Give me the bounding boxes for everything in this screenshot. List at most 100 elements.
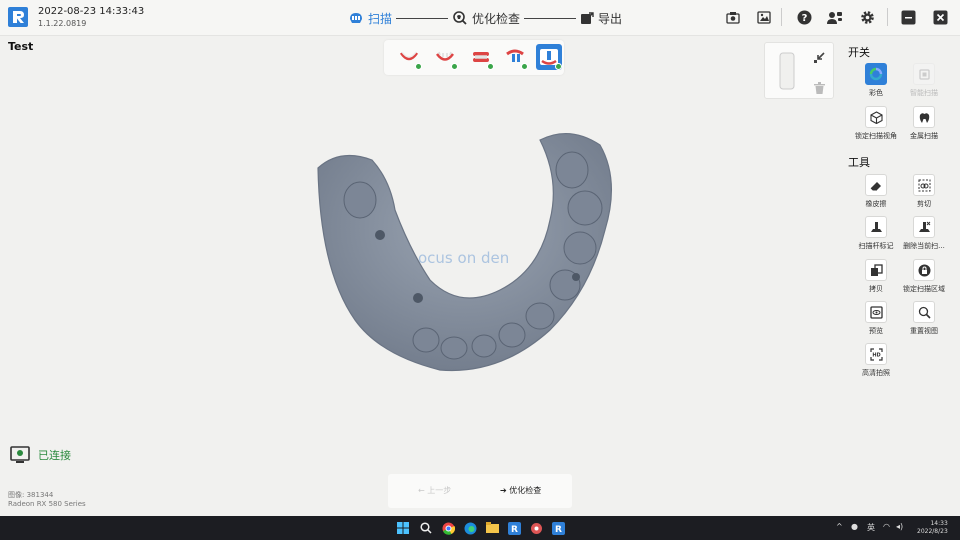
stage-lower-jaw[interactable] [432, 44, 458, 70]
inspect-icon [453, 11, 467, 25]
tool-lock-area[interactable]: 锁定扫描区域 [898, 259, 950, 299]
support-button[interactable] [826, 8, 844, 26]
help-icon: ? [797, 10, 811, 24]
prev-step-button[interactable]: ← 上一步 [418, 485, 451, 496]
expand-button[interactable] [813, 49, 825, 68]
step-inspect[interactable]: 优化检查 [452, 10, 520, 27]
stage-upper-jaw[interactable] [396, 44, 422, 70]
microphone-icon[interactable]: ● [851, 522, 858, 531]
tools-section-title: 工具 [848, 156, 870, 169]
done-check-icon [521, 63, 528, 70]
scan-stage-toolbar [384, 40, 564, 75]
taskbar-edge[interactable] [462, 520, 478, 536]
taskbar-explorer[interactable] [484, 520, 500, 536]
connection-status: 已连接 [10, 446, 71, 464]
tool-reset-view[interactable]: 重置视图 [898, 301, 950, 341]
reset-view-icon [918, 306, 931, 319]
tool-delete-scan[interactable]: 删除当前扫... [898, 216, 950, 256]
tool-label: 删除当前扫... [903, 242, 945, 250]
clock-time: 14:33 [930, 520, 948, 527]
svg-text:R: R [555, 525, 562, 535]
stage-bite[interactable] [468, 44, 494, 70]
delete-scan-icon [918, 221, 930, 232]
lock-view-toggle[interactable] [865, 106, 887, 128]
cut-button[interactable] [913, 174, 935, 196]
delete-scan-button[interactable] [913, 216, 935, 238]
volume-icon[interactable]: ◂) [896, 522, 903, 531]
hd-photo-button[interactable]: HD [865, 343, 887, 365]
step-export[interactable]: 导出 [580, 10, 622, 27]
scanner-connected-icon [10, 446, 30, 463]
taskbar-settings-app[interactable] [528, 520, 544, 536]
tool-cut[interactable]: 剪切 [898, 174, 950, 214]
screenshot-icon [726, 11, 740, 24]
color-toggle[interactable] [865, 63, 887, 85]
smart-scan-icon [918, 68, 930, 80]
metal-scan-toggle[interactable] [913, 106, 935, 128]
tool-hd-photo[interactable]: HD 高清拍照 [850, 343, 902, 383]
model-thumbnail-panel [764, 42, 834, 99]
reset-view-button[interactable] [913, 301, 935, 323]
app-logo-icon: R [507, 521, 521, 535]
switch-smart-scan[interactable]: 智能扫描 [898, 63, 950, 103]
minimize-button[interactable] [899, 8, 917, 26]
screenshot-button[interactable] [724, 8, 742, 26]
header-divider [781, 8, 782, 26]
done-check-icon [487, 63, 494, 70]
settings-app-icon [530, 522, 542, 534]
datetime-label: 2022-08-23 14:33:43 [38, 6, 145, 17]
tool-label: 橡皮擦 [865, 200, 887, 208]
smart-scan-toggle[interactable] [913, 63, 935, 85]
copy-button[interactable] [865, 259, 887, 281]
header-divider [887, 8, 888, 26]
gallery-button[interactable] [755, 8, 773, 26]
arrow-left-icon: ← [418, 486, 425, 495]
svg-text:R: R [511, 525, 518, 535]
switch-label: 彩色 [869, 89, 883, 97]
tool-scanbody-mark[interactable]: 扫描杆标记 [850, 216, 902, 256]
eraser-button[interactable] [865, 174, 887, 196]
gallery-icon [757, 10, 771, 24]
tool-label: 预览 [869, 327, 883, 335]
tool-eraser[interactable]: 橡皮擦 [850, 174, 902, 214]
eraser-icon [870, 181, 881, 190]
next-step-label: 优化检查 [509, 486, 542, 495]
stage-upper-scanbody[interactable] [502, 44, 528, 70]
prev-step-label: 上一步 [427, 486, 452, 495]
start-button[interactable] [395, 520, 411, 536]
delete-model-button[interactable] [814, 79, 825, 98]
gear-icon [860, 10, 874, 24]
taskbar-clock[interactable]: 14:33 2022/8/23 [917, 520, 948, 536]
dental-model-view[interactable]: ocus on den [300, 120, 630, 380]
edge-icon [464, 522, 476, 534]
taskbar-search[interactable] [418, 520, 434, 536]
tool-preview[interactable]: 预览 [850, 301, 902, 341]
switch-metal-scan[interactable]: 金属扫描 [898, 106, 950, 146]
close-button[interactable] [931, 8, 949, 26]
app-header: 2022-08-23 14:33:43 1.1.22.0819 扫描 优化检查 [0, 0, 960, 36]
tool-copy[interactable]: 拷贝 [850, 259, 902, 299]
settings-button[interactable] [858, 8, 876, 26]
step-scan[interactable]: 扫描 [348, 10, 392, 27]
step-inspect-label: 优化检查 [472, 11, 521, 26]
metal-scan-icon [919, 112, 929, 123]
preview-icon [869, 305, 883, 319]
scanbody-mark-button[interactable] [865, 216, 887, 238]
tool-label: 剪切 [917, 200, 931, 208]
ime-indicator[interactable]: 英 [867, 522, 875, 533]
wifi-icon[interactable]: ◠ [883, 522, 890, 531]
taskbar-scan-app-active[interactable]: R [550, 520, 566, 536]
help-button[interactable]: ? [795, 8, 813, 26]
switch-lock-view[interactable]: 锁定扫描视角 [850, 106, 902, 146]
switch-color[interactable]: 彩色 [850, 63, 902, 103]
trash-icon [814, 82, 825, 94]
next-step-button[interactable]: ➔ 优化检查 [500, 485, 541, 496]
lock-area-icon [918, 264, 930, 276]
tray-chevron-icon[interactable]: ^ [836, 522, 843, 531]
preview-button[interactable] [865, 301, 887, 323]
taskbar-chrome[interactable] [440, 520, 456, 536]
lock-area-button[interactable] [913, 259, 935, 281]
stage-lower-scanbody[interactable] [536, 44, 562, 70]
taskbar-scan-app[interactable]: R [506, 520, 522, 536]
lock-view-icon [869, 110, 883, 124]
